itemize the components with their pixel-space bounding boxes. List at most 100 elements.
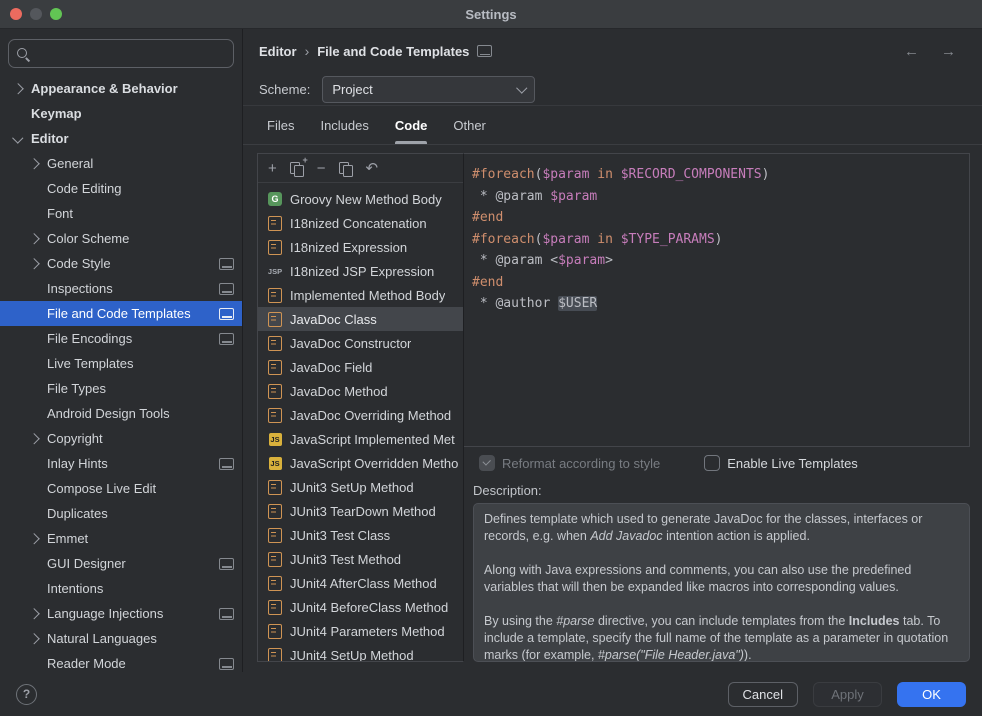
template-list-panel: ++−↶ GGroovy New Method BodyI18nized Con… bbox=[257, 153, 464, 662]
list-item-javascript-overridden-metho[interactable]: JSJavaScript Overridden Metho bbox=[258, 451, 463, 475]
zoom-window-icon[interactable] bbox=[50, 8, 62, 20]
list-item-label: JavaDoc Class bbox=[290, 312, 377, 327]
template-list: GGroovy New Method BodyI18nized Concaten… bbox=[258, 183, 463, 661]
breadcrumb-item-current: File and Code Templates bbox=[317, 44, 469, 59]
sidebar-item-gui-designer[interactable]: GUI Designer bbox=[0, 551, 242, 576]
sidebar-item-emmet[interactable]: Emmet bbox=[0, 526, 242, 551]
sidebar-item-label: Reader Mode bbox=[47, 656, 219, 671]
chevron-right-icon[interactable] bbox=[28, 260, 47, 268]
sidebar-item-language-injections[interactable]: Language Injections bbox=[0, 601, 242, 626]
ok-button[interactable]: OK bbox=[897, 682, 966, 707]
help-icon[interactable]: ? bbox=[16, 684, 37, 705]
sidebar-item-keymap[interactable]: Keymap bbox=[0, 101, 242, 126]
list-item-groovy-new-method-body[interactable]: GGroovy New Method Body bbox=[258, 187, 463, 211]
list-item-junit3-test-method[interactable]: JUnit3 Test Method bbox=[258, 547, 463, 571]
sidebar-item-duplicates[interactable]: Duplicates bbox=[0, 501, 242, 526]
add-icon[interactable]: + bbox=[268, 161, 277, 176]
chevron-right-icon[interactable] bbox=[28, 235, 47, 243]
list-item-junit4-afterclass-method[interactable]: JUnit4 AfterClass Method bbox=[258, 571, 463, 595]
checkbox-checked-icon bbox=[479, 455, 495, 471]
template-icon bbox=[267, 623, 283, 639]
code-line: * @param $param bbox=[472, 186, 969, 208]
reformat-checkbox[interactable]: Reformat according to style bbox=[479, 455, 660, 471]
list-item-javadoc-method[interactable]: JavaDoc Method bbox=[258, 379, 463, 403]
list-item-junit3-setup-method[interactable]: JUnit3 SetUp Method bbox=[258, 475, 463, 499]
scheme-row: Scheme: Project bbox=[243, 73, 982, 106]
sidebar-item-inspections[interactable]: Inspections bbox=[0, 276, 242, 301]
search-input[interactable] bbox=[35, 45, 226, 62]
scheme-dropdown[interactable]: Project bbox=[322, 76, 535, 103]
sidebar-item-copyright[interactable]: Copyright bbox=[0, 426, 242, 451]
list-item-javadoc-constructor[interactable]: JavaDoc Constructor bbox=[258, 331, 463, 355]
list-item-i18nized-concatenation[interactable]: I18nized Concatenation bbox=[258, 211, 463, 235]
chevron-right-icon[interactable] bbox=[28, 535, 47, 543]
list-item-implemented-method-body[interactable]: Implemented Method Body bbox=[258, 283, 463, 307]
breadcrumb-item-editor[interactable]: Editor bbox=[259, 44, 297, 59]
list-item-javadoc-field[interactable]: JavaDoc Field bbox=[258, 355, 463, 379]
sidebar-item-editor[interactable]: Editor bbox=[0, 126, 242, 151]
checkbox-unchecked-icon bbox=[704, 455, 720, 471]
list-item-label: I18nized Expression bbox=[290, 240, 407, 255]
list-item-junit4-parameters-method[interactable]: JUnit4 Parameters Method bbox=[258, 619, 463, 643]
chevron-down-icon[interactable] bbox=[12, 136, 31, 142]
sidebar-item-live-templates[interactable]: Live Templates bbox=[0, 351, 242, 376]
sidebar-item-code-style[interactable]: Code Style bbox=[0, 251, 242, 276]
list-item-i18nized-jsp-expression[interactable]: JSPI18nized JSP Expression bbox=[258, 259, 463, 283]
sidebar-item-android-design-tools[interactable]: Android Design Tools bbox=[0, 401, 242, 426]
search-icon bbox=[16, 47, 30, 61]
list-item-label: JavaScript Overridden Metho bbox=[290, 456, 458, 471]
copy-icon[interactable] bbox=[339, 161, 353, 175]
sidebar-item-label: Appearance & Behavior bbox=[31, 81, 234, 96]
list-item-javascript-implemented-met[interactable]: JSJavaScript Implemented Met bbox=[258, 427, 463, 451]
sidebar-item-code-editing[interactable]: Code Editing bbox=[0, 176, 242, 201]
template-icon bbox=[267, 311, 283, 327]
template-icon bbox=[267, 335, 283, 351]
sidebar-item-font[interactable]: Font bbox=[0, 201, 242, 226]
sidebar-item-appearance-behavior[interactable]: Appearance & Behavior bbox=[0, 76, 242, 101]
sidebar-item-general[interactable]: General bbox=[0, 151, 242, 176]
forward-icon[interactable]: → bbox=[941, 43, 956, 60]
sidebar-item-natural-languages[interactable]: Natural Languages bbox=[0, 626, 242, 651]
list-item-javadoc-class[interactable]: JavaDoc Class bbox=[258, 307, 463, 331]
tab-other[interactable]: Other bbox=[453, 106, 486, 144]
sidebar-item-file-encodings[interactable]: File Encodings bbox=[0, 326, 242, 351]
scheme-value: Project bbox=[332, 82, 372, 97]
template-icon bbox=[267, 239, 283, 255]
search-field[interactable] bbox=[8, 39, 234, 68]
chevron-right-icon[interactable] bbox=[28, 635, 47, 643]
sidebar-item-label: Android Design Tools bbox=[47, 406, 234, 421]
chevron-right-icon[interactable] bbox=[28, 160, 47, 168]
add-template-icon[interactable]: + bbox=[290, 161, 304, 175]
apply-button[interactable]: Apply bbox=[813, 682, 882, 707]
list-item-label: JavaDoc Method bbox=[290, 384, 388, 399]
tab-files[interactable]: Files bbox=[267, 106, 294, 144]
sidebar-item-compose-live-edit[interactable]: Compose Live Edit bbox=[0, 476, 242, 501]
tab-code[interactable]: Code bbox=[395, 106, 428, 144]
list-item-i18nized-expression[interactable]: I18nized Expression bbox=[258, 235, 463, 259]
back-icon[interactable]: ← bbox=[904, 43, 919, 60]
sidebar-item-inlay-hints[interactable]: Inlay Hints bbox=[0, 451, 242, 476]
reset-icon[interactable]: ↶ bbox=[366, 161, 379, 176]
sidebar-item-color-scheme[interactable]: Color Scheme bbox=[0, 226, 242, 251]
code-editor[interactable]: #foreach($param in $RECORD_COMPONENTS) *… bbox=[464, 153, 970, 447]
sidebar-item-reader-mode[interactable]: Reader Mode bbox=[0, 651, 242, 672]
list-item-junit4-beforeclass-method[interactable]: JUnit4 BeforeClass Method bbox=[258, 595, 463, 619]
description-panel[interactable]: Defines template which used to generate … bbox=[473, 503, 970, 662]
list-item-junit4-setup-method[interactable]: JUnit4 SetUp Method bbox=[258, 643, 463, 661]
sidebar-item-file-types[interactable]: File Types bbox=[0, 376, 242, 401]
list-item-junit3-teardown-method[interactable]: JUnit3 TearDown Method bbox=[258, 499, 463, 523]
sidebar-item-label: Inlay Hints bbox=[47, 456, 219, 471]
cancel-button[interactable]: Cancel bbox=[728, 682, 798, 707]
close-window-icon[interactable] bbox=[10, 8, 22, 20]
sidebar-item-file-and-code-templates[interactable]: File and Code Templates bbox=[0, 301, 242, 326]
remove-icon[interactable]: − bbox=[317, 161, 326, 176]
enable-live-templates-checkbox[interactable]: Enable Live Templates bbox=[704, 455, 858, 471]
list-item-javadoc-overriding-method[interactable]: JavaDoc Overriding Method bbox=[258, 403, 463, 427]
tab-includes[interactable]: Includes bbox=[320, 106, 368, 144]
chevron-right-icon[interactable] bbox=[12, 85, 31, 93]
sidebar-item-intentions[interactable]: Intentions bbox=[0, 576, 242, 601]
list-item-junit3-test-class[interactable]: JUnit3 Test Class bbox=[258, 523, 463, 547]
sidebar-item-label: Live Templates bbox=[47, 356, 234, 371]
chevron-right-icon[interactable] bbox=[28, 435, 47, 443]
chevron-right-icon[interactable] bbox=[28, 610, 47, 618]
